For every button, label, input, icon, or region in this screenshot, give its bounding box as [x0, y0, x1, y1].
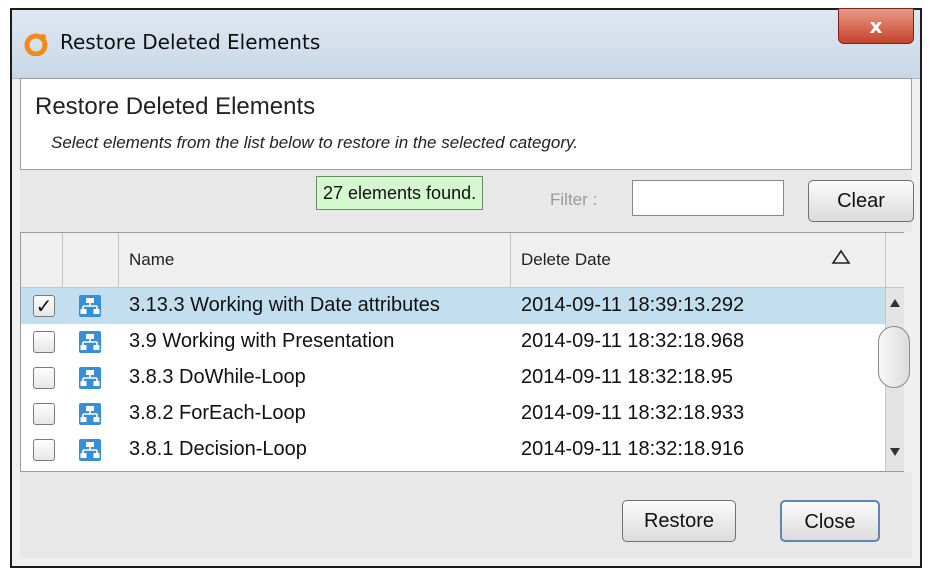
found-count-badge: 27 elements found. — [316, 176, 484, 210]
filter-label: Filter : — [550, 190, 598, 209]
header-title: Restore Deleted Elements — [35, 93, 316, 120]
row-checkbox[interactable] — [33, 331, 55, 353]
row-delete-date: 2014-09-11 18:39:13.292 — [521, 294, 745, 316]
row-name: 3.9 Working with Presentation — [129, 330, 395, 352]
header-description: Select elements from the list below to r… — [51, 133, 578, 152]
restore-button[interactable]: Restore — [622, 500, 736, 542]
window-title: Restore Deleted Elements — [60, 30, 321, 54]
vertical-scrollbar[interactable] — [878, 288, 910, 471]
window-close-button[interactable]: x — [838, 8, 914, 44]
row-delete-date: 2014-09-11 18:32:18.968 — [521, 330, 745, 352]
scrollbar-thumb[interactable] — [878, 326, 910, 388]
element-icon — [79, 295, 101, 317]
app-logo-icon — [24, 33, 48, 56]
row-checkbox[interactable] — [33, 439, 55, 461]
row-name: 3.8.1 Decision-Loop — [129, 438, 307, 460]
column-header-delete-date[interactable]: Delete Date — [511, 233, 885, 287]
close-button[interactable]: Close — [780, 500, 880, 542]
row-name: 3.8.2 ForEach-Loop — [129, 402, 306, 424]
column-header-delete-date-label: Delete Date — [521, 250, 611, 269]
row-name: 3.13.3 Working with Date attributes — [129, 294, 440, 316]
scroll-up-icon[interactable] — [889, 298, 901, 308]
restore-dialog: Restore Deleted Elements x Restore Delet… — [10, 8, 922, 568]
table-row[interactable]: 3.8.1 Decision-Loop 2014-09-11 18:32:18.… — [21, 432, 885, 468]
title-bar[interactable]: Restore Deleted Elements x — [12, 8, 920, 79]
table-row[interactable]: 3.8.2 ForEach-Loop 2014-09-11 18:32:18.9… — [21, 396, 885, 432]
table-header: Name Delete Date — [21, 233, 885, 288]
header-panel: Restore Deleted Elements Select elements… — [20, 78, 912, 170]
row-name: 3.8.3 DoWhile-Loop — [129, 366, 306, 388]
close-icon: x — [869, 14, 883, 38]
header-corner — [885, 233, 904, 288]
row-checkbox[interactable] — [33, 403, 55, 425]
filter-input[interactable] — [632, 180, 784, 216]
scroll-down-icon[interactable] — [889, 447, 901, 457]
element-icon — [79, 331, 101, 353]
column-header-name[interactable]: Name — [119, 233, 511, 287]
row-delete-date: 2014-09-11 18:32:18.933 — [521, 402, 745, 424]
row-delete-date: 2014-09-11 18:32:18.95 — [521, 366, 734, 388]
column-header-icon[interactable] — [63, 233, 119, 287]
row-checkbox[interactable]: ✓ — [33, 295, 55, 317]
element-icon — [79, 403, 101, 425]
row-delete-date: 2014-09-11 18:32:18.916 — [521, 438, 745, 460]
element-icon — [79, 367, 101, 389]
row-checkbox[interactable] — [33, 367, 55, 389]
element-icon — [79, 439, 101, 461]
table-row[interactable]: 3.8.3 DoWhile-Loop 2014-09-11 18:32:18.9… — [21, 360, 885, 396]
column-header-checkbox[interactable] — [21, 233, 63, 287]
sort-ascending-icon — [831, 249, 851, 264]
filter-toolbar: 27 elements found. Filter : Clear — [20, 170, 914, 232]
elements-table: Name Delete Date ✓ 3.13.3 Working with D… — [20, 232, 910, 472]
table-body: ✓ 3.13.3 Working with Date attributes 20… — [21, 288, 885, 468]
table-row[interactable]: 3.9 Working with Presentation 2014-09-11… — [21, 324, 885, 360]
clear-button[interactable]: Clear — [808, 180, 914, 222]
table-row[interactable]: ✓ 3.13.3 Working with Date attributes 20… — [21, 288, 885, 324]
dialog-footer: Restore Close — [20, 472, 912, 558]
